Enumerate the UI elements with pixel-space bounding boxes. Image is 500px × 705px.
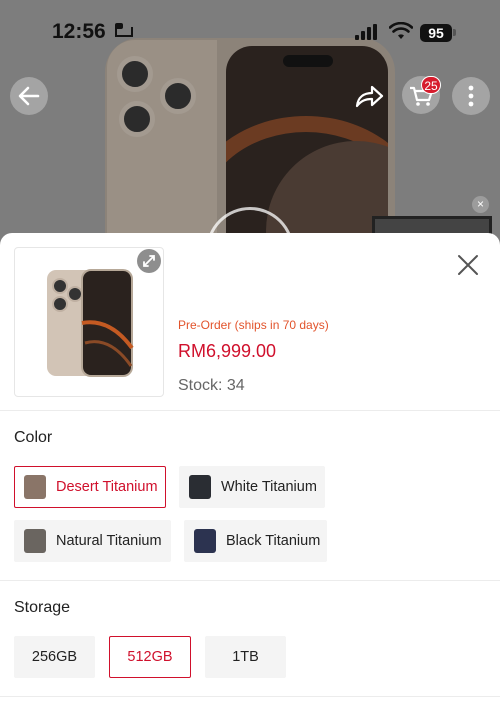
camera-lens: [160, 78, 196, 114]
battery-tip: [453, 29, 456, 36]
storage-section-title: Storage: [14, 599, 71, 616]
storage-option-256gb[interactable]: 256GB: [14, 636, 95, 678]
divider: [0, 696, 500, 697]
expand-icon: [143, 255, 155, 267]
preorder-notice: Pre-Order (ships in 70 days): [178, 318, 329, 332]
wifi-icon: [389, 22, 413, 39]
option-label: Natural Titanium: [56, 533, 162, 549]
status-time: 12:56: [52, 20, 106, 43]
more-vertical-icon: [468, 85, 474, 107]
color-swatch-image: [189, 475, 211, 499]
cart-count-badge: 25: [421, 76, 441, 94]
back-button[interactable]: [10, 77, 48, 115]
close-icon[interactable]: ×: [472, 196, 489, 213]
option-label: Black Titanium: [226, 533, 321, 549]
option-label: White Titanium: [221, 479, 317, 495]
battery-level: 95: [420, 24, 452, 42]
color-section-title: Color: [14, 429, 53, 446]
sleep-focus-icon: [115, 23, 133, 37]
variation-bottom-sheet: Pre-Order (ships in 70 days) RM6,999.00 …: [0, 233, 500, 705]
product-price: RM6,999.00: [178, 341, 277, 361]
option-label: 1TB: [232, 649, 259, 665]
option-label: 512GB: [127, 649, 173, 665]
color-option-black-titanium[interactable]: Black Titanium: [184, 520, 327, 562]
divider: [0, 580, 500, 581]
storage-option-1tb[interactable]: 1TB: [205, 636, 286, 678]
share-icon: [355, 85, 384, 108]
option-label: 256GB: [31, 649, 78, 665]
status-bar: 12:56 95: [0, 0, 500, 64]
color-option-natural-titanium[interactable]: Natural Titanium: [14, 520, 171, 562]
expand-image-button[interactable]: [137, 249, 161, 273]
color-swatch-image: [194, 529, 216, 553]
more-options-button[interactable]: [452, 77, 490, 115]
arrow-left-icon: [18, 86, 40, 106]
option-label: Desert Titanium: [56, 479, 158, 495]
close-icon: [458, 255, 478, 275]
color-option-white-titanium[interactable]: White Titanium: [179, 466, 325, 508]
close-sheet-button[interactable]: [454, 251, 482, 279]
stock-count: Stock: 34: [178, 377, 245, 394]
divider: [0, 410, 500, 411]
color-option-desert-titanium[interactable]: Desert Titanium: [14, 466, 166, 508]
color-swatch-image: [24, 475, 46, 499]
camera-lens: [119, 101, 155, 137]
storage-option-512gb[interactable]: 512GB: [109, 636, 191, 678]
color-swatch-image: [24, 529, 46, 553]
share-button[interactable]: [352, 80, 386, 114]
cellular-signal-icon: [355, 24, 381, 40]
